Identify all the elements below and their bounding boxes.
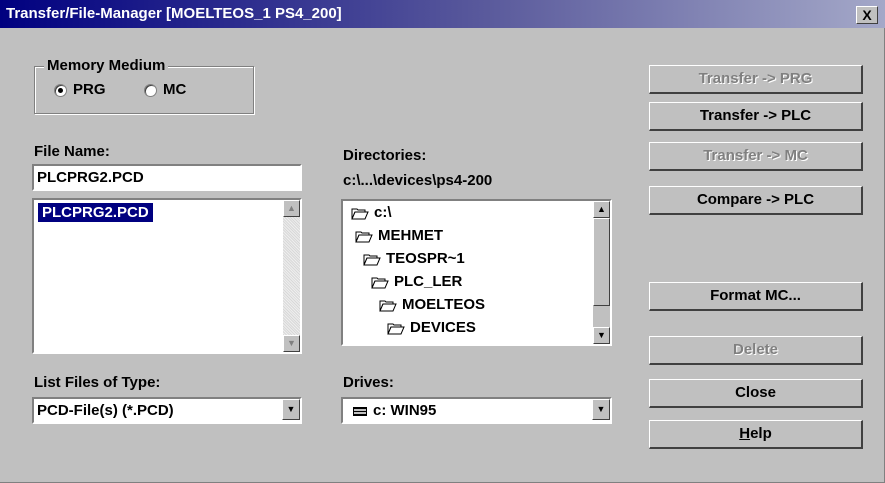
compare-plc-button[interactable]: Compare -> PLC	[649, 186, 863, 215]
file-name-label: File Name:	[34, 143, 110, 160]
folder-open-icon	[351, 208, 369, 220]
file-list-scrollbar[interactable]: ▲ ▼	[283, 200, 300, 352]
chevron-down-icon[interactable]: ▼	[592, 399, 610, 420]
format-mc-button[interactable]: Format MC...	[649, 282, 863, 311]
arrow-up-icon[interactable]: ▲	[593, 201, 610, 218]
delete-button[interactable]: Delete	[649, 336, 863, 365]
folder-open-icon	[379, 300, 397, 312]
window-title: Transfer/File-Manager [MOELTEOS_1 PS4_20…	[6, 5, 342, 22]
radio-mc[interactable]	[144, 84, 157, 97]
directory-label: PLC_LER	[394, 273, 463, 290]
list-type-label: List Files of Type:	[34, 374, 161, 391]
file-name-input[interactable]: PLCPRG2.PCD	[32, 164, 302, 191]
directory-item[interactable]: c:\	[351, 203, 392, 223]
directory-item[interactable]: MEHMET	[355, 226, 443, 246]
close-button[interactable]: Close	[649, 379, 863, 408]
help-button[interactable]: Help	[649, 420, 863, 449]
drive-label: c: WIN95	[373, 402, 437, 419]
drive-value: c: WIN95	[353, 401, 436, 420]
file-list[interactable]: PLCPRG2.PCD ▲ ▼	[32, 198, 302, 354]
transfer-file-manager-dialog: Transfer/File-Manager [MOELTEOS_1 PS4_20…	[0, 0, 885, 483]
radio-prg-label[interactable]: PRG	[73, 81, 106, 98]
current-path: c:\...\devices\ps4-200	[343, 172, 493, 189]
radio-mc-label[interactable]: MC	[163, 81, 186, 98]
directory-label: c:\	[374, 204, 392, 221]
radio-prg[interactable]	[54, 84, 67, 97]
arrow-down-icon[interactable]: ▼	[593, 327, 610, 344]
directory-label: DEVICES	[410, 319, 476, 336]
memory-medium-legend: Memory Medium	[44, 57, 169, 74]
title-bar[interactable]: Transfer/File-Manager [MOELTEOS_1 PS4_20…	[0, 0, 885, 28]
directory-label: MEHMET	[378, 227, 443, 244]
drives-label: Drives:	[343, 374, 394, 391]
directories-label: Directories:	[343, 147, 427, 164]
file-type-combo[interactable]: PCD-File(s) (*.PCD) ▼	[32, 397, 302, 424]
directory-scrollbar[interactable]: ▲ ▼	[593, 201, 610, 344]
directory-label: MOELTEOS	[402, 296, 486, 313]
folder-open-icon	[355, 231, 373, 243]
directory-item[interactable]: TEOSPR~1	[363, 249, 465, 269]
transfer-mc-button[interactable]: Transfer -> MC	[649, 142, 863, 171]
directory-item[interactable]: PLC_LER	[371, 272, 462, 292]
file-type-value: PCD-File(s) (*.PCD)	[37, 402, 174, 419]
folder-open-icon	[371, 277, 389, 289]
arrow-down-icon[interactable]: ▼	[283, 335, 300, 352]
arrow-up-icon[interactable]: ▲	[283, 200, 300, 217]
folder-open-icon	[387, 323, 405, 335]
close-window-button[interactable]: X	[856, 6, 878, 24]
transfer-prg-button[interactable]: Transfer -> PRG	[649, 65, 863, 94]
help-label: elp	[750, 425, 772, 442]
file-name-value: PLCPRG2.PCD	[37, 169, 144, 186]
directory-item[interactable]: MOELTEOS	[379, 295, 485, 315]
scroll-thumb[interactable]	[593, 218, 610, 306]
folder-open-icon	[363, 254, 381, 266]
file-list-item[interactable]: PLCPRG2.PCD	[38, 203, 153, 222]
help-accelerator: H	[739, 425, 751, 442]
chevron-down-icon[interactable]: ▼	[282, 399, 300, 420]
directory-label: TEOSPR~1	[386, 250, 465, 267]
hard-drive-icon	[353, 406, 367, 416]
directory-item[interactable]: DEVICES	[387, 318, 476, 338]
transfer-plc-button[interactable]: Transfer -> PLC	[649, 102, 863, 131]
drives-combo[interactable]: c: WIN95 ▼	[341, 397, 612, 424]
directory-list[interactable]: c:\ MEHMET TEOSPR~1 PLC_LER MOELTEOS DEV…	[341, 199, 612, 346]
